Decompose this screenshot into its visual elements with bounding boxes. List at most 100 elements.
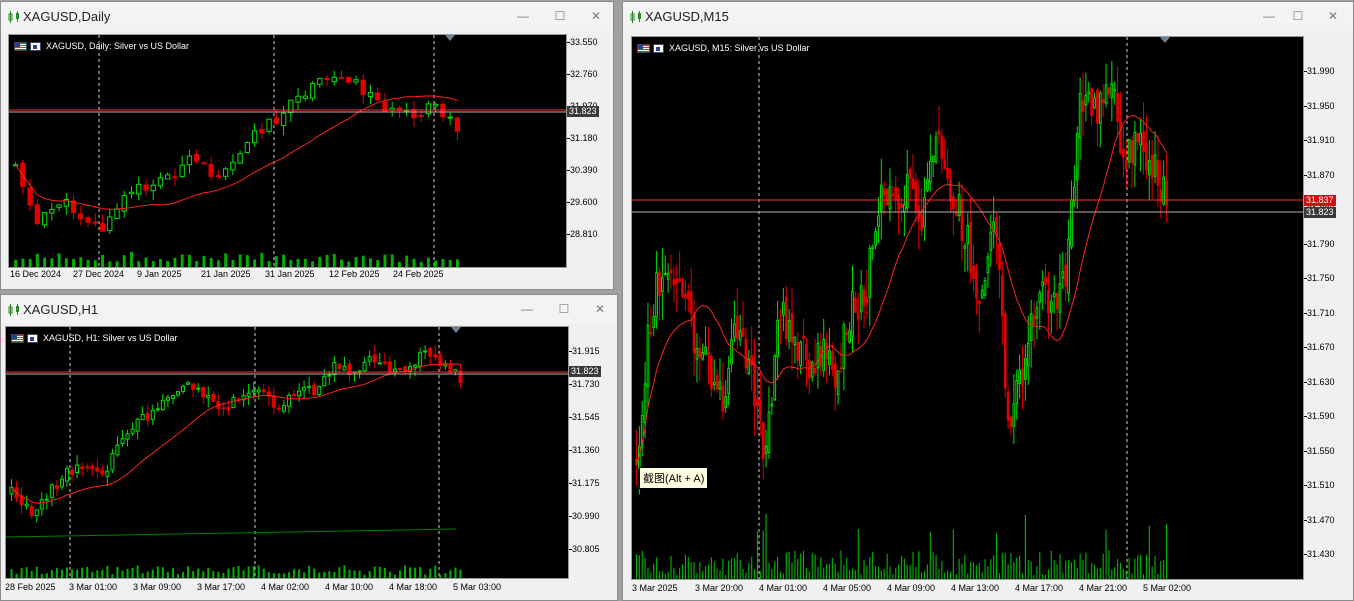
candle-body bbox=[894, 187, 898, 200]
candle-body bbox=[41, 212, 48, 226]
candle-body bbox=[833, 363, 837, 388]
candle-body bbox=[986, 256, 990, 274]
candle-body bbox=[1087, 91, 1091, 95]
h1-plot-area[interactable]: XAGUSD, H1: Silver vs US Dollar bbox=[5, 326, 569, 579]
close-button[interactable]: ✕ bbox=[586, 7, 606, 25]
candle-body bbox=[1130, 139, 1134, 164]
time-tick-label: 31 Jan 2025 bbox=[265, 269, 315, 279]
price-tick-label: 28.810 bbox=[567, 229, 598, 239]
candle-body bbox=[727, 367, 730, 394]
candle-body bbox=[432, 103, 439, 107]
candle-body bbox=[145, 412, 150, 421]
m15-plot-area[interactable]: XAGUSD, M15: Silver vs US Dollar bbox=[631, 36, 1304, 580]
candle-body bbox=[1049, 300, 1053, 313]
daily-price-axis[interactable]: 33.55032.76031.97031.18030.39029.60028.8… bbox=[567, 34, 613, 268]
bid-price-tag: 31.823 bbox=[1304, 207, 1336, 218]
candle-body bbox=[107, 216, 113, 232]
price-tick-label: 31.180 bbox=[567, 133, 598, 143]
candle-body bbox=[165, 396, 170, 401]
h1-price-axis[interactable]: 31.915 31.730 31.545 31.360 31.175 30.990 30.8… bbox=[569, 326, 617, 579]
candle-body bbox=[353, 79, 359, 83]
candle-body bbox=[100, 470, 105, 475]
scroll-marker-icon bbox=[451, 327, 461, 333]
chart-description: XAGUSD, M15: Silver vs US Dollar bbox=[669, 43, 810, 53]
close-button[interactable]: ✕ bbox=[590, 300, 610, 318]
candle-body bbox=[756, 398, 759, 407]
candle-body bbox=[175, 391, 181, 396]
candle-body bbox=[95, 467, 100, 472]
h1-candles bbox=[6, 327, 568, 578]
time-tick-label: 5 Mar 03:00 bbox=[453, 582, 502, 592]
candle-body bbox=[966, 225, 970, 245]
m15-time-axis[interactable]: 3 Mar 2025 3 Mar 20:00 4 Mar 01:00 4 Mar 05… bbox=[631, 582, 1304, 596]
candle-body bbox=[128, 191, 135, 195]
candle-body bbox=[413, 364, 418, 368]
screenshot-tooltip: 截图(Alt + A) bbox=[639, 467, 709, 489]
candle-body bbox=[1075, 133, 1079, 181]
candle-body bbox=[331, 76, 337, 83]
candle-body bbox=[1142, 131, 1145, 153]
candle-body bbox=[375, 92, 381, 101]
h1-titlebar[interactable]: XAGUSD,H1 — ☐ ✕ bbox=[1, 295, 617, 324]
time-tick-label: 4 Mar 17:00 bbox=[1015, 583, 1064, 593]
candle-body bbox=[684, 294, 687, 299]
candle-body bbox=[181, 385, 186, 392]
time-tick-label: 5 Mar 02:00 bbox=[1143, 583, 1192, 593]
candle-body bbox=[712, 382, 716, 386]
daily-plot-area[interactable]: XAGUSD, Daily: Silver vs US Dollar bbox=[8, 34, 567, 268]
candle-body bbox=[143, 184, 149, 191]
candle-body bbox=[715, 375, 719, 390]
candle-body bbox=[686, 291, 690, 300]
m15-titlebar[interactable]: XAGUSD,M15 — ☐ ✕ bbox=[623, 2, 1353, 31]
candle-body bbox=[701, 351, 705, 360]
close-button[interactable]: ✕ bbox=[1323, 7, 1343, 25]
h1-time-axis[interactable]: 28 Feb 2025 3 Mar 01:00 3 Mar 09:00 3 Mar 1… bbox=[5, 581, 569, 595]
candle-body bbox=[201, 162, 207, 165]
candle-body bbox=[382, 361, 387, 364]
price-tick-label: 31.710 bbox=[1304, 307, 1335, 318]
candle-body bbox=[672, 279, 676, 286]
candle-body bbox=[949, 179, 952, 202]
daily-chart-window[interactable]: XAGUSD,Daily — ☐ ✕ XAGUSD, Daily: Silver… bbox=[0, 1, 614, 290]
candle-body bbox=[874, 231, 877, 246]
candle-body bbox=[327, 374, 332, 377]
m15-chart-window[interactable]: XAGUSD,M15 — ☐ ✕ XAGUSD, M15: Silver vs … bbox=[622, 1, 1354, 601]
candle-body bbox=[221, 407, 226, 410]
candle-body bbox=[1070, 199, 1073, 248]
time-tick-label: 28 Feb 2025 bbox=[5, 582, 56, 592]
h1-chart-window[interactable]: XAGUSD,H1 — ☐ ✕ XAGUSD, H1: Silver vs US… bbox=[0, 294, 618, 601]
daily-time-axis[interactable]: 16 Dec 2024 27 Dec 2024 9 Jan 2025 21 Jan 2… bbox=[8, 268, 567, 282]
daily-titlebar[interactable]: XAGUSD,Daily — ☐ ✕ bbox=[1, 2, 613, 31]
candle-body bbox=[226, 406, 231, 411]
minimize-button[interactable]: — bbox=[517, 300, 537, 318]
candle-body bbox=[309, 82, 316, 99]
price-tick-label: 32.760 bbox=[567, 69, 598, 79]
time-tick-label: 4 Mar 01:00 bbox=[759, 583, 808, 593]
candle-body bbox=[1101, 99, 1105, 104]
maximize-button[interactable]: ☐ bbox=[1288, 7, 1308, 25]
candle-body bbox=[1078, 92, 1082, 139]
minimize-button[interactable]: — bbox=[1259, 7, 1279, 25]
candle-body bbox=[735, 315, 739, 340]
maximize-button[interactable]: ☐ bbox=[550, 7, 570, 25]
candle-body bbox=[813, 367, 817, 374]
candle-body bbox=[681, 281, 684, 298]
candle-body bbox=[1090, 88, 1094, 116]
candle-body bbox=[222, 168, 229, 177]
candle-body bbox=[1150, 154, 1154, 179]
candle-body bbox=[302, 386, 307, 391]
maximize-button[interactable]: ☐ bbox=[554, 300, 574, 318]
candle-body bbox=[342, 365, 347, 371]
candle-body bbox=[1121, 148, 1125, 158]
candle-body bbox=[761, 422, 765, 459]
candle-body bbox=[1093, 97, 1096, 109]
minimize-button[interactable]: — bbox=[513, 7, 533, 25]
candle-body bbox=[1159, 189, 1163, 202]
candle-body bbox=[758, 399, 762, 420]
m15-price-axis[interactable]: 31.99031.95031.91031.87031.83031.79031.7… bbox=[1304, 36, 1354, 580]
candle-body bbox=[150, 409, 155, 421]
candle-body bbox=[862, 289, 866, 307]
candle-body bbox=[140, 413, 145, 421]
candle-body bbox=[779, 318, 782, 321]
candle-body bbox=[295, 95, 301, 103]
